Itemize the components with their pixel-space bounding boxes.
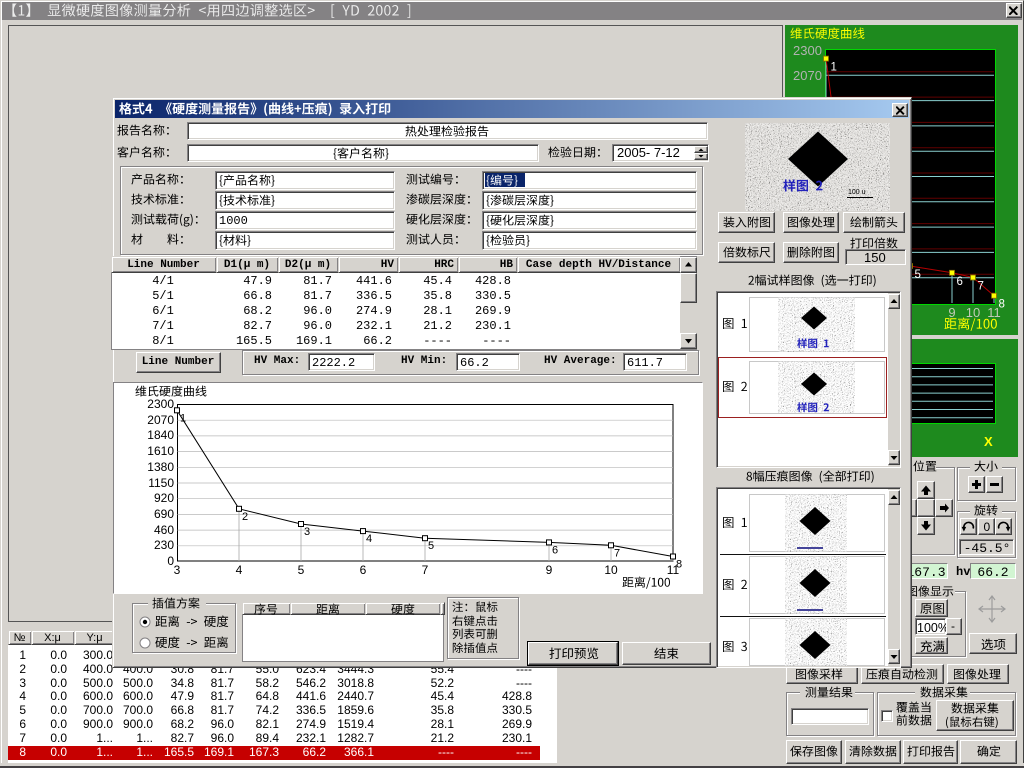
- svg-text:2: 2: [242, 511, 248, 523]
- svg-text:1: 1: [180, 412, 186, 424]
- svg-text:7: 7: [614, 547, 620, 559]
- svg-text:5: 5: [915, 269, 921, 281]
- svg-text:8: 8: [676, 559, 682, 571]
- svg-text:5: 5: [428, 540, 434, 552]
- svg-text:6: 6: [552, 544, 558, 556]
- svg-text:6: 6: [957, 276, 963, 288]
- svg-text:3: 3: [304, 526, 310, 538]
- svg-text:4: 4: [366, 533, 372, 545]
- svg-text:7: 7: [978, 281, 984, 293]
- svg-text:1: 1: [831, 62, 837, 74]
